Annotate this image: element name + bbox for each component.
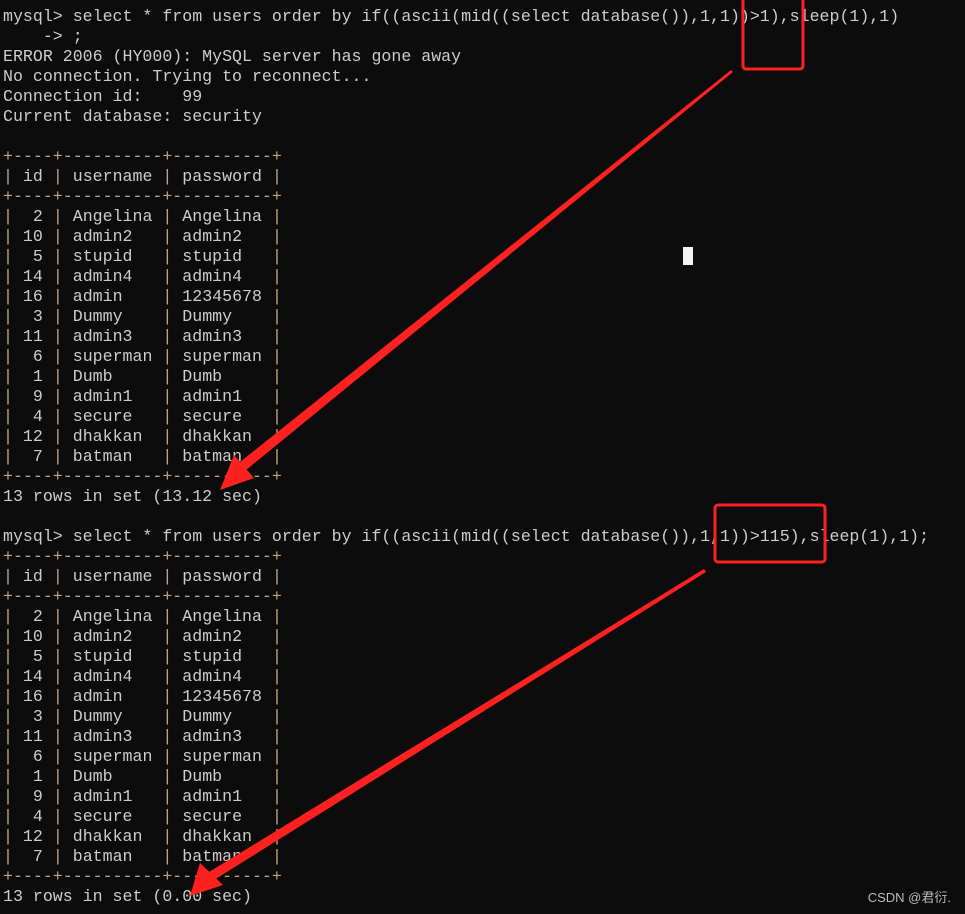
highlight-box-1 <box>741 0 805 71</box>
highlight-box-2 <box>713 503 827 564</box>
terminal-window[interactable]: mysql> select * from users order by if((… <box>0 0 965 914</box>
watermark: CSDN @君衍. <box>867 890 951 905</box>
arrow-1 <box>240 70 733 470</box>
arrow-2 <box>209 569 706 880</box>
annotation-layer <box>190 0 827 896</box>
